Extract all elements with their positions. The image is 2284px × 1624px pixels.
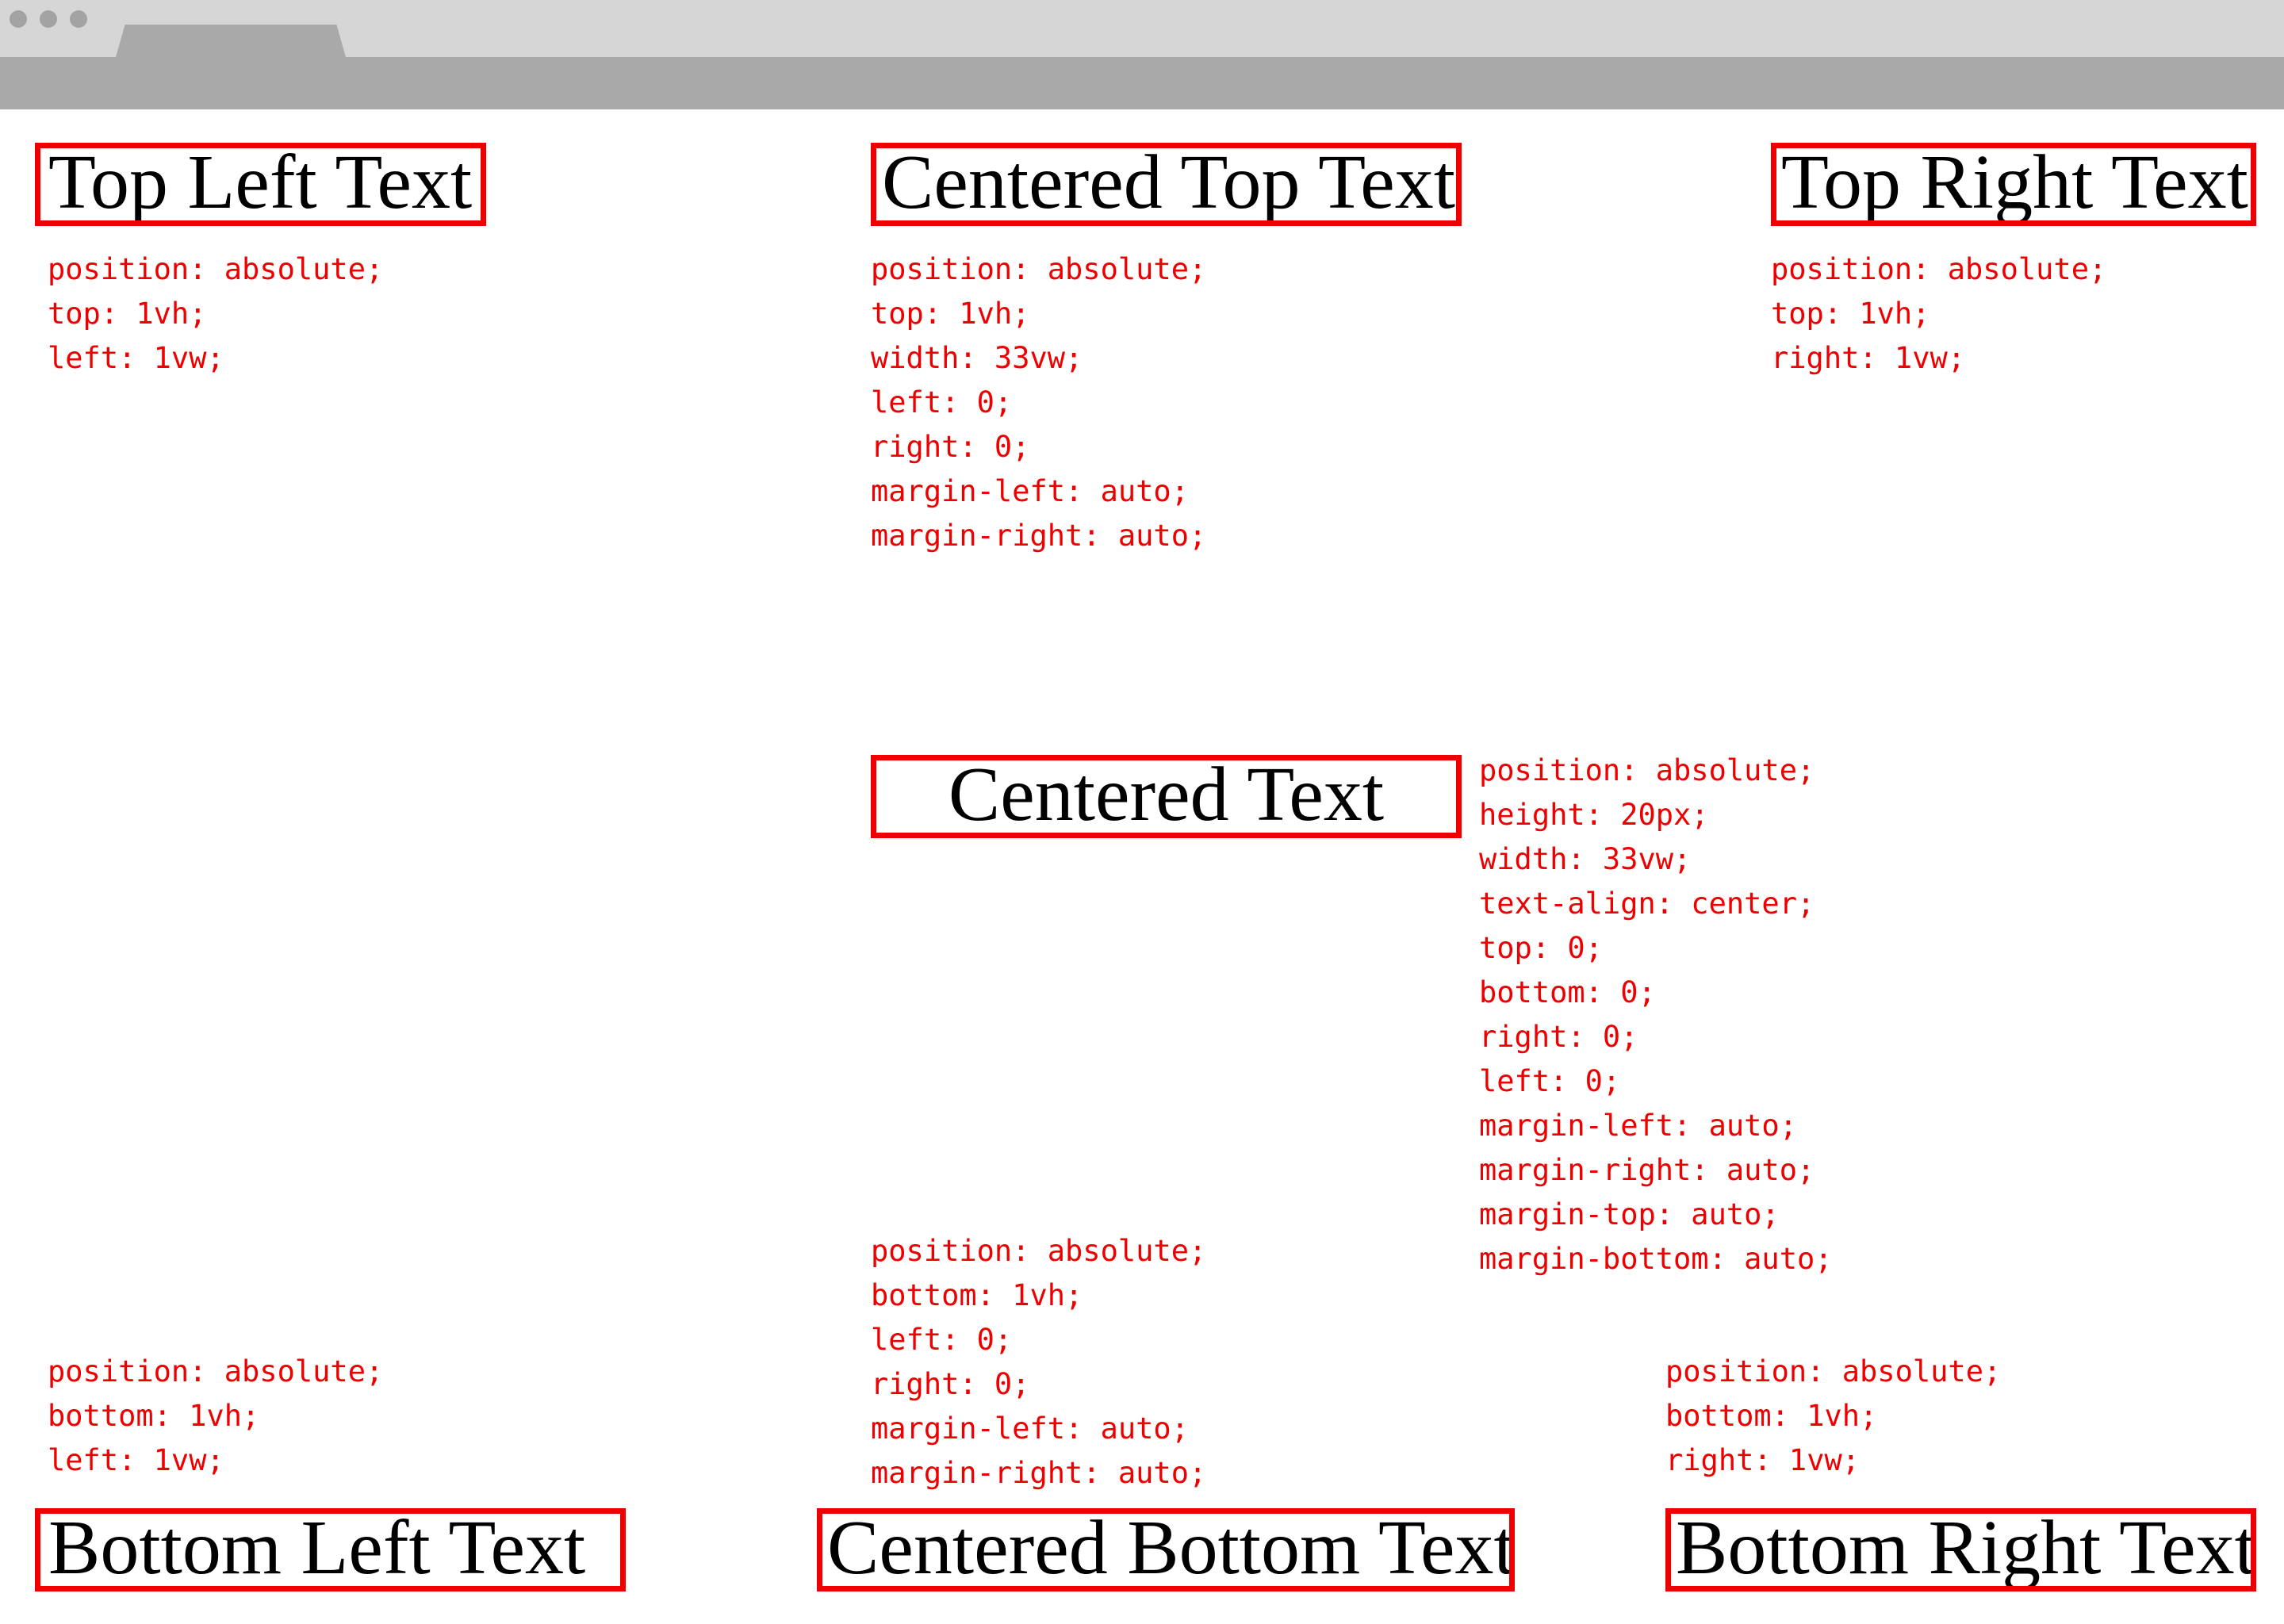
centered-css-rules: position: absolute; height: 20px; width: 3… [1479, 749, 1833, 1281]
css-rule-line: left: 1vw; [48, 341, 224, 375]
window-minimize-dot-icon[interactable] [40, 10, 57, 28]
css-rule-line: left: 0; [1479, 1064, 1621, 1098]
css-rule-line: right: 0; [871, 1367, 1030, 1401]
centered-top-text-box: Centered Top Text [871, 143, 1462, 226]
top-right-text-box: Top Right Text [1771, 143, 2256, 226]
top-left-text-box: Top Left Text [35, 143, 486, 226]
css-rule-line: position: absolute; [48, 252, 384, 286]
css-rule-line: position: absolute; [871, 252, 1207, 286]
css-rule-line: text-align: center; [1479, 887, 1815, 921]
browser-tab[interactable] [116, 25, 346, 57]
css-rule-line: left: 0; [871, 1323, 1013, 1357]
css-rule-line: margin-right: auto; [871, 1456, 1207, 1490]
bottom-right-text-box: Bottom Right Text [1665, 1508, 2256, 1591]
centered-text-box: Centered Text [871, 755, 1462, 838]
css-rule-line: right: 1vw; [1665, 1443, 1861, 1477]
css-rule-line: position: absolute; [48, 1354, 384, 1388]
bottom-right-css-rules: position: absolute; bottom: 1vh; right: 1v… [1665, 1350, 2001, 1483]
css-rule-line: margin-left: auto; [871, 1411, 1189, 1446]
css-rule-line: position: absolute; [1479, 753, 1815, 787]
css-rule-line: bottom: 1vh; [48, 1399, 260, 1433]
css-rule-line: top: 1vh; [1771, 297, 1930, 331]
css-rule-line: bottom: 1vh; [1665, 1399, 1878, 1433]
css-rule-line: left: 0; [871, 385, 1013, 419]
css-rule-line: margin-right: auto; [1479, 1153, 1815, 1187]
css-rule-line: right: 0; [1479, 1020, 1638, 1054]
css-rule-line: position: absolute; [871, 1234, 1207, 1268]
css-rule-line: height: 20px; [1479, 798, 1709, 832]
css-rule-line: margin-top: auto; [1479, 1197, 1780, 1231]
css-rule-line: right: 0; [871, 430, 1030, 464]
window-maximize-dot-icon[interactable] [70, 10, 87, 28]
css-rule-line: left: 1vw; [48, 1443, 224, 1477]
centered-bottom-css-rules: position: absolute; bottom: 1vh; left: 0; r… [871, 1229, 1206, 1496]
css-rule-line: position: absolute; [1665, 1354, 2002, 1388]
css-rule-line: width: 33vw; [1479, 842, 1692, 876]
top-left-css-rules: position: absolute; top: 1vh; left: 1vw; [48, 247, 383, 381]
css-rule-line: bottom: 0; [1479, 975, 1656, 1009]
top-right-css-rules: position: absolute; top: 1vh; right: 1vw; [1771, 247, 2106, 381]
css-rule-line: position: absolute; [1771, 252, 2107, 286]
css-rule-line: bottom: 1vh; [871, 1278, 1083, 1312]
css-rule-line: margin-right: auto; [871, 519, 1207, 553]
centered-top-css-rules: position: absolute; top: 1vh; width: 33vw;… [871, 247, 1206, 558]
browser-toolbar [0, 57, 2284, 109]
css-rule-line: top: 1vh; [871, 297, 1030, 331]
css-rule-line: right: 1vw; [1771, 341, 1966, 375]
bottom-left-text-box: Bottom Left Text [35, 1508, 626, 1591]
centered-bottom-text-box: Centered Bottom Text [817, 1508, 1515, 1591]
bottom-left-css-rules: position: absolute; bottom: 1vh; left: 1vw… [48, 1350, 383, 1483]
css-rule-line: width: 33vw; [871, 341, 1083, 375]
css-rule-line: margin-left: auto; [1479, 1109, 1797, 1143]
css-rule-line: top: 0; [1479, 931, 1603, 965]
window-close-dot-icon[interactable] [10, 10, 27, 28]
css-rule-line: margin-left: auto; [871, 474, 1189, 508]
css-rule-line: margin-bottom: auto; [1479, 1242, 1833, 1276]
css-rule-line: top: 1vh; [48, 297, 207, 331]
